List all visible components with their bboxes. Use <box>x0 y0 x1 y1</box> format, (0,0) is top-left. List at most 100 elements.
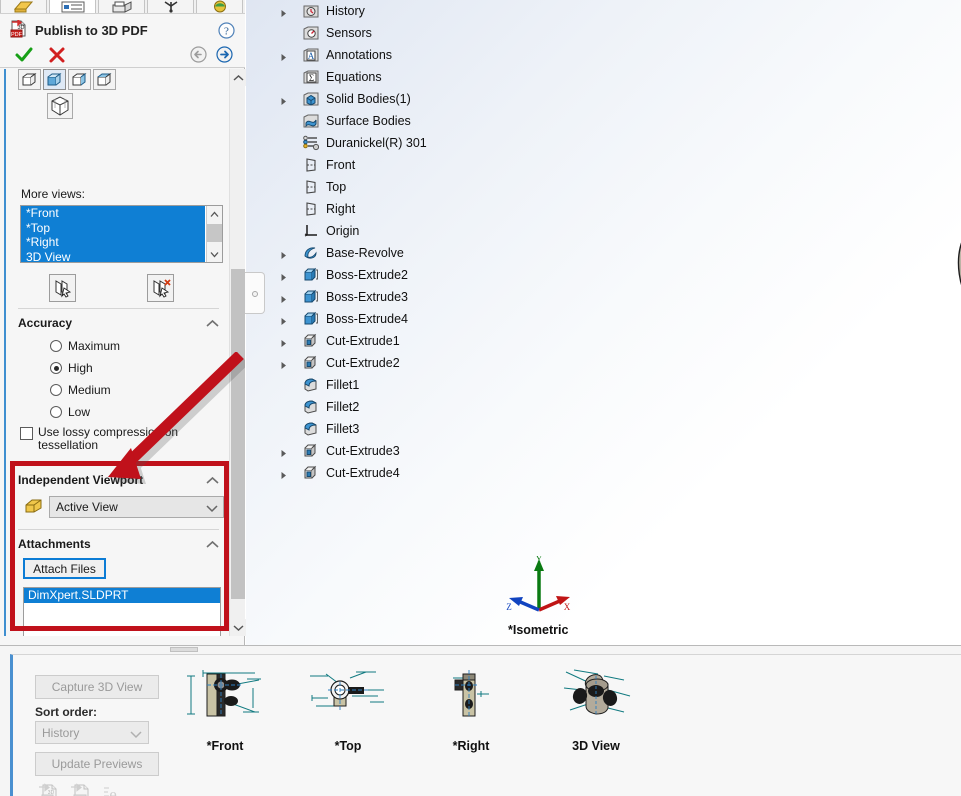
view-list-item[interactable]: *Front <box>21 206 205 221</box>
scrollbar-thumb[interactable] <box>207 224 222 242</box>
tree-item-equations[interactable]: Σ Equations <box>246 66 546 88</box>
tree-item-top-plane[interactable]: Top <box>246 176 546 198</box>
remove-view-button[interactable] <box>147 274 174 302</box>
tree-item-annotations[interactable]: A Annotations <box>246 44 546 66</box>
property-manager-tab[interactable] <box>49 0 96 13</box>
view-thumbnail-3d[interactable]: 3D View <box>541 667 651 767</box>
expand-arrow-icon[interactable] <box>279 337 288 347</box>
expand-arrow-icon[interactable] <box>279 293 288 303</box>
independent-viewport-section-header[interactable]: Independent Viewport <box>18 471 221 489</box>
view-preset-1[interactable] <box>18 69 41 90</box>
display-manager-tab[interactable] <box>196 0 243 13</box>
accuracy-option-medium[interactable]: Medium <box>50 380 111 400</box>
radio-high[interactable] <box>50 362 62 374</box>
export-3dpdf-icon[interactable]: PDF 3D <box>38 783 60 796</box>
expand-arrow-icon[interactable] <box>279 469 288 479</box>
tree-item-surface-bodies[interactable]: Surface Bodies <box>246 110 546 132</box>
tree-item-material[interactable]: Duranickel(R) 301 <box>246 132 546 154</box>
tree-item-solid-bodies[interactable]: Solid Bodies(1) <box>246 88 546 110</box>
tree-item-origin[interactable]: Origin <box>246 220 546 242</box>
view-preset-2[interactable] <box>43 69 66 90</box>
sort-order-dropdown[interactable]: History <box>35 721 149 744</box>
view-list-item[interactable]: *Right <box>21 235 205 250</box>
attachments-list[interactable]: DimXpert.SLDPRT <box>23 587 221 636</box>
radio-low[interactable] <box>50 406 62 418</box>
view-preset-3[interactable] <box>68 69 91 90</box>
update-previews-button[interactable]: Update Previews <box>35 752 159 776</box>
more-views-scrollbar[interactable] <box>206 206 222 262</box>
expand-arrow-icon[interactable] <box>279 249 288 259</box>
accuracy-section-header[interactable]: Accuracy <box>18 314 221 332</box>
property-manager-scrollbar[interactable] <box>229 69 246 636</box>
radio-medium[interactable] <box>50 384 62 396</box>
accuracy-option-maximum[interactable]: Maximum <box>50 336 120 356</box>
lossy-compression-checkbox[interactable] <box>20 427 33 440</box>
cancel-x-icon[interactable] <box>47 45 67 68</box>
expand-arrow-icon[interactable] <box>279 51 288 61</box>
expand-arrow-icon[interactable] <box>279 315 288 325</box>
view-preset-iso[interactable] <box>47 93 73 119</box>
expand-arrow-icon[interactable] <box>279 7 288 17</box>
feature-manager-tab[interactable] <box>0 0 47 13</box>
radio-maximum[interactable] <box>50 340 62 352</box>
more-views-list[interactable]: *Front *Top *Right 3D View <box>20 205 223 263</box>
configuration-manager-tab[interactable] <box>98 0 145 13</box>
accept-checkmark-icon[interactable] <box>14 45 34 68</box>
panel-splitter-handle[interactable] <box>245 272 265 314</box>
view-list-item[interactable]: *Top <box>21 220 205 235</box>
tree-item-front-plane[interactable]: Front <box>246 154 546 176</box>
tree-item-fillet2[interactable]: Fillet2 <box>246 396 546 418</box>
view-preset-4[interactable] <box>93 69 116 90</box>
chevron-down-icon[interactable] <box>206 502 218 516</box>
next-arrow-icon[interactable] <box>216 46 233 66</box>
chevron-up-icon[interactable] <box>206 538 219 552</box>
scroll-down-icon[interactable] <box>230 619 246 636</box>
chevron-up-icon[interactable] <box>206 317 219 331</box>
add-view-button[interactable] <box>49 274 76 302</box>
scrollbar-thumb[interactable] <box>231 269 245 599</box>
tree-item-right-plane[interactable]: Right <box>246 198 546 220</box>
scroll-down-icon[interactable] <box>207 246 222 262</box>
scroll-up-icon[interactable] <box>207 206 222 222</box>
tree-item-base-revolve[interactable]: Base-Revolve <box>246 242 546 264</box>
active-view-dropdown[interactable]: Active View <box>49 496 224 518</box>
chevron-down-icon[interactable] <box>130 728 142 742</box>
attachment-list-item[interactable]: DimXpert.SLDPRT <box>24 588 220 603</box>
tree-item-sensors[interactable]: Sensors <box>246 22 546 44</box>
tree-item-fillet1[interactable]: Fillet1 <box>246 374 546 396</box>
dimxpert-manager-tab[interactable] <box>147 0 194 13</box>
boss-extrude-icon <box>302 267 319 284</box>
view-thumbnail-top[interactable]: *Top <box>293 667 403 767</box>
tree-item-cut-extrude1[interactable]: Cut-Extrude1 <box>246 330 546 352</box>
accuracy-option-low[interactable]: Low <box>50 402 90 422</box>
tree-item-fillet3[interactable]: Fillet3 <box>246 418 546 440</box>
chevron-up-icon[interactable] <box>206 474 219 488</box>
view-thumbnail-front[interactable]: *Front <box>170 667 280 767</box>
view-thumbnail-right[interactable]: *Right <box>416 667 526 767</box>
attachments-section-header[interactable]: Attachments <box>18 535 221 553</box>
scroll-up-icon[interactable] <box>230 69 246 86</box>
tree-item-history[interactable]: History <box>246 0 546 22</box>
view-list-item[interactable]: 3D View <box>21 249 205 262</box>
tree-item-boss-extrude4[interactable]: Boss-Extrude4 <box>246 308 546 330</box>
lossy-compression-checkbox-row[interactable]: Use lossy compression on tessellation <box>20 426 210 452</box>
tree-item-cut-extrude3[interactable]: Cut-Extrude3 <box>246 440 546 462</box>
accuracy-option-high[interactable]: High <box>50 358 93 378</box>
export-edrawings-icon[interactable]: e <box>102 783 124 796</box>
attach-files-button[interactable]: Attach Files <box>23 558 106 579</box>
help-question-icon[interactable]: ? <box>218 22 235 42</box>
tree-item-cut-extrude2[interactable]: Cut-Extrude2 <box>246 352 546 374</box>
previous-arrow-icon[interactable] <box>190 46 207 66</box>
expand-arrow-icon[interactable] <box>279 271 288 281</box>
expand-arrow-icon[interactable] <box>279 359 288 369</box>
tree-item-cut-extrude4[interactable]: Cut-Extrude4 <box>246 462 546 484</box>
expand-arrow-icon[interactable] <box>279 447 288 457</box>
export-icon-row: PDF 3D STEP e <box>38 783 124 796</box>
tree-item-boss-extrude3[interactable]: Boss-Extrude3 <box>246 286 546 308</box>
svg-text:Z: Z <box>506 602 512 612</box>
capture-3d-view-button[interactable]: Capture 3D View <box>35 675 159 699</box>
export-step-icon[interactable]: STEP <box>70 783 92 796</box>
tree-item-boss-extrude2[interactable]: Boss-Extrude2 <box>246 264 546 286</box>
panel-resize-grip[interactable] <box>170 647 198 652</box>
expand-arrow-icon[interactable] <box>279 95 288 105</box>
